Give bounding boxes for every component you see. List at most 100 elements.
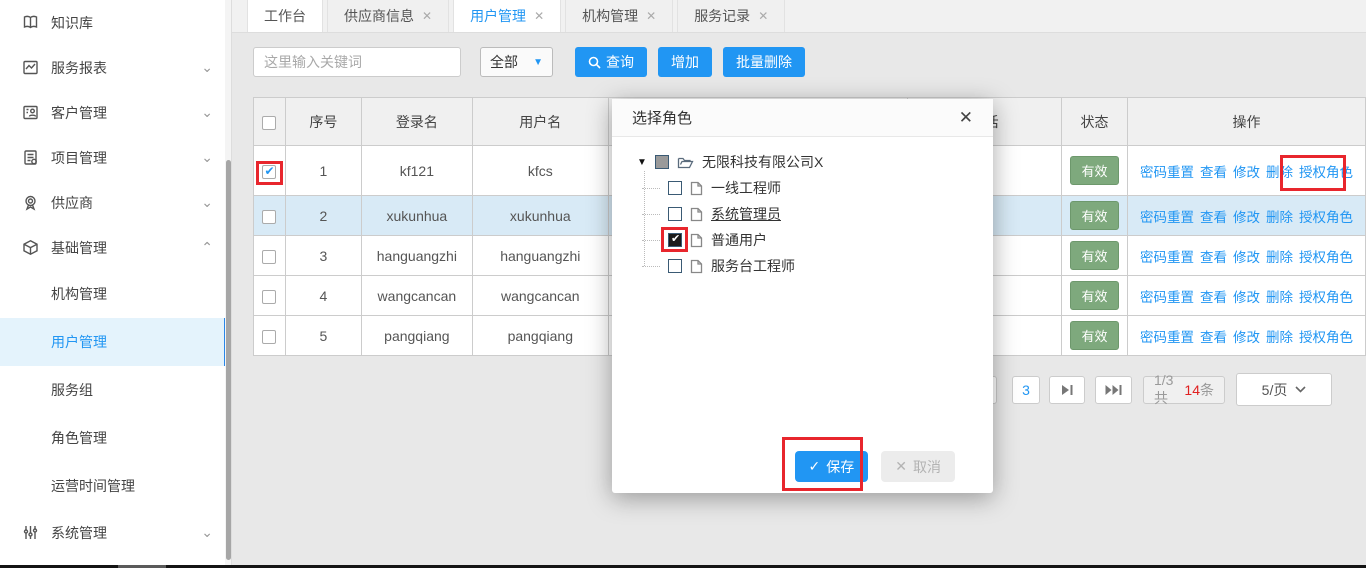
- sidebar-subitem-label: 角色管理: [51, 428, 107, 448]
- tree-node-label: 普通用户: [711, 230, 767, 250]
- tree-node-role[interactable]: 普通用户: [668, 227, 823, 253]
- delete-link[interactable]: 删除: [1266, 330, 1293, 345]
- save-button[interactable]: ✓ 保存: [795, 451, 869, 482]
- delete-link[interactable]: 删除: [1266, 250, 1293, 265]
- query-button[interactable]: 查询: [575, 47, 647, 77]
- sidebar-item-service-group[interactable]: 服务组: [0, 366, 231, 414]
- edit-link[interactable]: 修改: [1233, 330, 1260, 345]
- role-checkbox-checked[interactable]: [668, 233, 682, 247]
- authorize-role-link[interactable]: 授权角色: [1299, 290, 1353, 305]
- edit-link[interactable]: 修改: [1233, 210, 1260, 225]
- sidebar: 知识库 服务报表 ⌄ 客户管理 ⌄ 项目管理 ⌄ 供应商 ⌄ 基础管理 ⌃: [0, 0, 232, 565]
- close-icon[interactable]: ✕: [646, 9, 656, 23]
- search-input[interactable]: [253, 47, 461, 77]
- view-link[interactable]: 查看: [1200, 165, 1227, 180]
- sidebar-subitem-label: 机构管理: [51, 284, 107, 304]
- col-username: 用户名: [472, 98, 608, 146]
- select-all-checkbox[interactable]: [262, 116, 276, 130]
- edit-link[interactable]: 修改: [1233, 165, 1260, 180]
- delete-link[interactable]: 删除: [1266, 290, 1293, 305]
- sidebar-item-customer-management[interactable]: 客户管理 ⌄: [0, 90, 231, 135]
- row-checkbox[interactable]: [262, 330, 276, 344]
- status-badge: 有效: [1070, 281, 1118, 310]
- pagination-next-button[interactable]: [1049, 376, 1085, 404]
- view-link[interactable]: 查看: [1200, 330, 1227, 345]
- filter-select[interactable]: 全部 ▼: [480, 47, 553, 77]
- batch-delete-label: 批量删除: [736, 52, 792, 72]
- view-link[interactable]: 查看: [1200, 290, 1227, 305]
- root-checkbox-indeterminate[interactable]: [655, 155, 669, 169]
- edit-link[interactable]: 修改: [1233, 250, 1260, 265]
- sidebar-scrollbar[interactable]: [225, 0, 231, 565]
- add-label: 增加: [671, 52, 699, 72]
- sidebar-item-system-management[interactable]: 系统管理 ⌄: [0, 510, 231, 555]
- chevron-up-icon: ⌃: [201, 239, 213, 256]
- row-checkbox[interactable]: [262, 290, 276, 304]
- authorize-role-link[interactable]: 授权角色: [1299, 250, 1353, 265]
- sidebar-item-project-management[interactable]: 项目管理 ⌄: [0, 135, 231, 180]
- add-button[interactable]: 增加: [658, 47, 712, 77]
- authorize-role-link[interactable]: 授权角色: [1299, 165, 1353, 180]
- page-number: 3: [1022, 382, 1030, 398]
- reset-password-link[interactable]: 密码重置: [1140, 330, 1194, 345]
- sidebar-scrollbar-thumb[interactable]: [226, 160, 231, 560]
- role-checkbox[interactable]: [668, 259, 682, 273]
- tab-service-records[interactable]: 服务记录 ✕: [677, 0, 785, 32]
- close-icon[interactable]: ✕: [422, 9, 432, 23]
- modal-close-icon[interactable]: ✕: [959, 108, 973, 128]
- sidebar-item-supplier[interactable]: 供应商 ⌄: [0, 180, 231, 225]
- sidebar-item-basic-management[interactable]: 基础管理 ⌃: [0, 225, 231, 270]
- reset-password-link[interactable]: 密码重置: [1140, 250, 1194, 265]
- row-checkbox[interactable]: [262, 250, 276, 264]
- chevron-down-icon: ⌄: [201, 59, 213, 76]
- view-link[interactable]: 查看: [1200, 210, 1227, 225]
- col-status: 状态: [1062, 98, 1128, 146]
- reset-password-link[interactable]: 密码重置: [1140, 165, 1194, 180]
- authorize-role-link[interactable]: 授权角色: [1299, 210, 1353, 225]
- tab-workbench[interactable]: 工作台: [247, 0, 323, 32]
- search-icon: [588, 56, 601, 69]
- cell-username: wangcancan: [472, 276, 608, 316]
- cancel-label: 取消: [913, 457, 941, 477]
- reset-password-link[interactable]: 密码重置: [1140, 210, 1194, 225]
- sidebar-item-operating-time-management[interactable]: 运营时间管理: [0, 462, 231, 510]
- cell-seq: 5: [285, 316, 361, 356]
- caret-down-icon[interactable]: ▼: [637, 157, 647, 168]
- close-icon[interactable]: ✕: [758, 9, 768, 23]
- sidebar-item-knowledge-base[interactable]: 知识库: [0, 0, 231, 45]
- sidebar-item-service-reports[interactable]: 服务报表 ⌄: [0, 45, 231, 90]
- status-badge: 有效: [1070, 156, 1118, 185]
- cancel-button[interactable]: ✕ 取消: [881, 451, 955, 482]
- sidebar-item-role-management[interactable]: 角色管理: [0, 414, 231, 462]
- tree-node-role[interactable]: 一线工程师: [668, 175, 823, 201]
- view-link[interactable]: 查看: [1200, 250, 1227, 265]
- row-checkbox[interactable]: [262, 210, 276, 224]
- pagination-last-button[interactable]: [1095, 376, 1132, 404]
- delete-link[interactable]: 删除: [1266, 165, 1293, 180]
- tab-org-management[interactable]: 机构管理 ✕: [565, 0, 673, 32]
- sidebar-item-label: 供应商: [51, 193, 201, 213]
- tab-supplier-info[interactable]: 供应商信息 ✕: [327, 0, 449, 32]
- role-checkbox[interactable]: [668, 207, 682, 221]
- reset-password-link[interactable]: 密码重置: [1140, 290, 1194, 305]
- tree-node-root[interactable]: ▼ 无限科技有限公司X: [637, 149, 823, 175]
- delete-link[interactable]: 删除: [1266, 210, 1293, 225]
- batch-delete-button[interactable]: 批量删除: [723, 47, 805, 77]
- tab-user-management[interactable]: 用户管理 ✕: [453, 0, 561, 32]
- authorize-role-link[interactable]: 授权角色: [1299, 330, 1353, 345]
- sidebar-item-org-management[interactable]: 机构管理: [0, 270, 231, 318]
- status-badge: 有效: [1070, 201, 1118, 230]
- page-size-select[interactable]: 5/页: [1236, 373, 1332, 406]
- close-icon[interactable]: ✕: [534, 9, 544, 23]
- role-checkbox[interactable]: [668, 181, 682, 195]
- close-icon: ✕: [895, 458, 907, 475]
- tree-node-role[interactable]: 系统管理员: [668, 201, 823, 227]
- sidebar-subitem-label: 运营时间管理: [51, 476, 135, 496]
- tree-node-label: 无限科技有限公司X: [702, 152, 823, 172]
- cell-seq: 3: [285, 236, 361, 276]
- row-checkbox[interactable]: [262, 165, 276, 179]
- pagination-page-3-button[interactable]: 3: [1012, 376, 1040, 404]
- sidebar-item-user-management[interactable]: 用户管理: [0, 318, 231, 366]
- edit-link[interactable]: 修改: [1233, 290, 1260, 305]
- tree-node-role[interactable]: 服务台工程师: [668, 253, 823, 279]
